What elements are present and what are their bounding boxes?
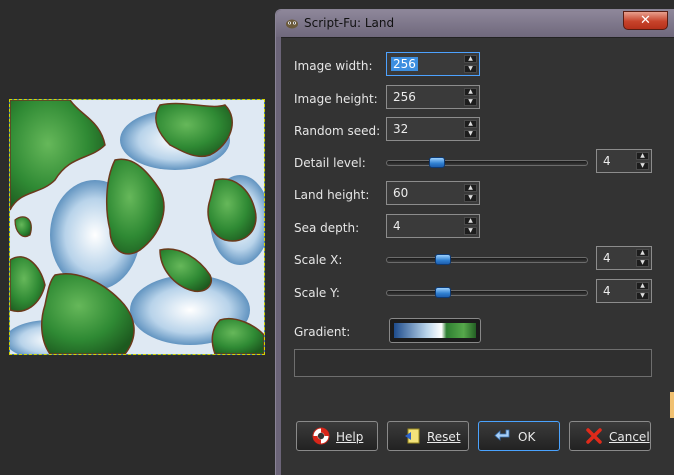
- script-fu-land-dialog: Script-Fu: Land ✕ Image width: 256 ▲ ▼ Im…: [275, 9, 674, 475]
- lifebuoy-icon: [312, 427, 330, 445]
- cancel-button-label: Cancel: [609, 430, 650, 444]
- title-bar[interactable]: Script-Fu: Land ✕: [276, 10, 674, 37]
- random-seed-stepper[interactable]: ▲ ▼: [464, 120, 477, 138]
- gradient-select-button[interactable]: [389, 318, 481, 343]
- decrement-arrow-icon[interactable]: ▼: [464, 65, 477, 73]
- increment-arrow-icon[interactable]: ▲: [464, 55, 477, 63]
- increment-arrow-icon[interactable]: ▲: [464, 88, 477, 96]
- scale-x-label: Scale X:: [294, 253, 343, 267]
- image-height-value[interactable]: 256: [393, 90, 416, 104]
- scale-x-stepper[interactable]: ▲ ▼: [636, 249, 649, 267]
- detail-level-slider[interactable]: [386, 157, 588, 168]
- decrement-arrow-icon[interactable]: ▼: [464, 227, 477, 235]
- image-canvas-preview: [9, 99, 265, 355]
- scale-y-label: Scale Y:: [294, 286, 340, 300]
- scale-x-slider-thumb[interactable]: [435, 254, 451, 265]
- progress-bar: [294, 349, 652, 377]
- land-height-label: Land height:: [294, 188, 370, 202]
- detail-level-slider-thumb[interactable]: [429, 157, 445, 168]
- random-seed-value[interactable]: 32: [393, 122, 408, 136]
- land-height-stepper[interactable]: ▲ ▼: [464, 184, 477, 202]
- increment-arrow-icon[interactable]: ▲: [464, 217, 477, 225]
- land-height-value[interactable]: 60: [393, 186, 408, 200]
- help-button-label: Help: [336, 430, 364, 444]
- sea-depth-stepper[interactable]: ▲ ▼: [464, 217, 477, 235]
- image-height-spinbox[interactable]: 256 ▲ ▼: [386, 85, 480, 109]
- sea-depth-label: Sea depth:: [294, 221, 360, 235]
- increment-arrow-icon[interactable]: ▲: [636, 152, 649, 160]
- scale-y-stepper[interactable]: ▲ ▼: [636, 282, 649, 300]
- sea-depth-value[interactable]: 4: [393, 219, 401, 233]
- reset-icon: [405, 428, 420, 444]
- decrement-arrow-icon[interactable]: ▼: [636, 162, 649, 170]
- detail-level-label: Detail level:: [294, 156, 366, 170]
- decrement-arrow-icon[interactable]: ▼: [636, 292, 649, 300]
- increment-arrow-icon[interactable]: ▲: [636, 282, 649, 290]
- cancel-button[interactable]: Cancel: [569, 421, 651, 451]
- detail-level-spinbox[interactable]: 4 ▲ ▼: [596, 149, 652, 173]
- increment-arrow-icon[interactable]: ▲: [464, 184, 477, 192]
- land-height-spinbox[interactable]: 60 ▲ ▼: [386, 181, 480, 205]
- random-seed-spinbox[interactable]: 32 ▲ ▼: [386, 117, 480, 141]
- decrement-arrow-icon[interactable]: ▼: [464, 130, 477, 138]
- ok-button-label: OK: [518, 430, 536, 444]
- image-width-spinbox[interactable]: 256 ▲ ▼: [386, 52, 480, 76]
- close-button[interactable]: ✕: [623, 11, 668, 30]
- image-height-stepper[interactable]: ▲ ▼: [464, 88, 477, 106]
- help-button[interactable]: Help: [296, 421, 378, 451]
- reset-button-label: Reset: [427, 430, 461, 444]
- image-height-label: Image height:: [294, 92, 378, 106]
- detail-level-value[interactable]: 4: [603, 154, 611, 168]
- image-width-label: Image width:: [294, 59, 373, 73]
- scale-y-slider[interactable]: [386, 287, 588, 298]
- scale-y-value[interactable]: 4: [603, 284, 611, 298]
- increment-arrow-icon[interactable]: ▲: [636, 249, 649, 257]
- scale-x-slider[interactable]: [386, 254, 588, 265]
- image-width-stepper[interactable]: ▲ ▼: [464, 55, 477, 73]
- gimp-icon: [286, 19, 298, 29]
- ok-button[interactable]: OK: [478, 421, 560, 451]
- decrement-arrow-icon[interactable]: ▼: [464, 98, 477, 106]
- return-arrow-icon: [494, 429, 510, 441]
- decrement-arrow-icon[interactable]: ▼: [464, 194, 477, 202]
- dialog-client-area: Image width: 256 ▲ ▼ Image height: 256 ▲ ▼…: [281, 37, 674, 475]
- close-icon: ✕: [640, 13, 651, 28]
- gradient-preview-swatch: [394, 323, 476, 338]
- sea-depth-spinbox[interactable]: 4 ▲ ▼: [386, 214, 480, 238]
- reset-button[interactable]: Reset: [387, 421, 469, 451]
- scale-x-value[interactable]: 4: [603, 251, 611, 265]
- scale-y-spinbox[interactable]: 4 ▲ ▼: [596, 279, 652, 303]
- decrement-arrow-icon[interactable]: ▼: [636, 259, 649, 267]
- window-title: Script-Fu: Land: [304, 16, 395, 30]
- image-width-value[interactable]: 256: [391, 57, 418, 71]
- detail-level-stepper[interactable]: ▲ ▼: [636, 152, 649, 170]
- scale-y-slider-thumb[interactable]: [435, 287, 451, 298]
- scale-x-spinbox[interactable]: 4 ▲ ▼: [596, 246, 652, 270]
- red-x-icon: [586, 428, 602, 444]
- random-seed-label: Random seed:: [294, 124, 381, 138]
- gradient-label: Gradient:: [294, 325, 351, 339]
- increment-arrow-icon[interactable]: ▲: [464, 120, 477, 128]
- background-window-edge: [670, 392, 674, 418]
